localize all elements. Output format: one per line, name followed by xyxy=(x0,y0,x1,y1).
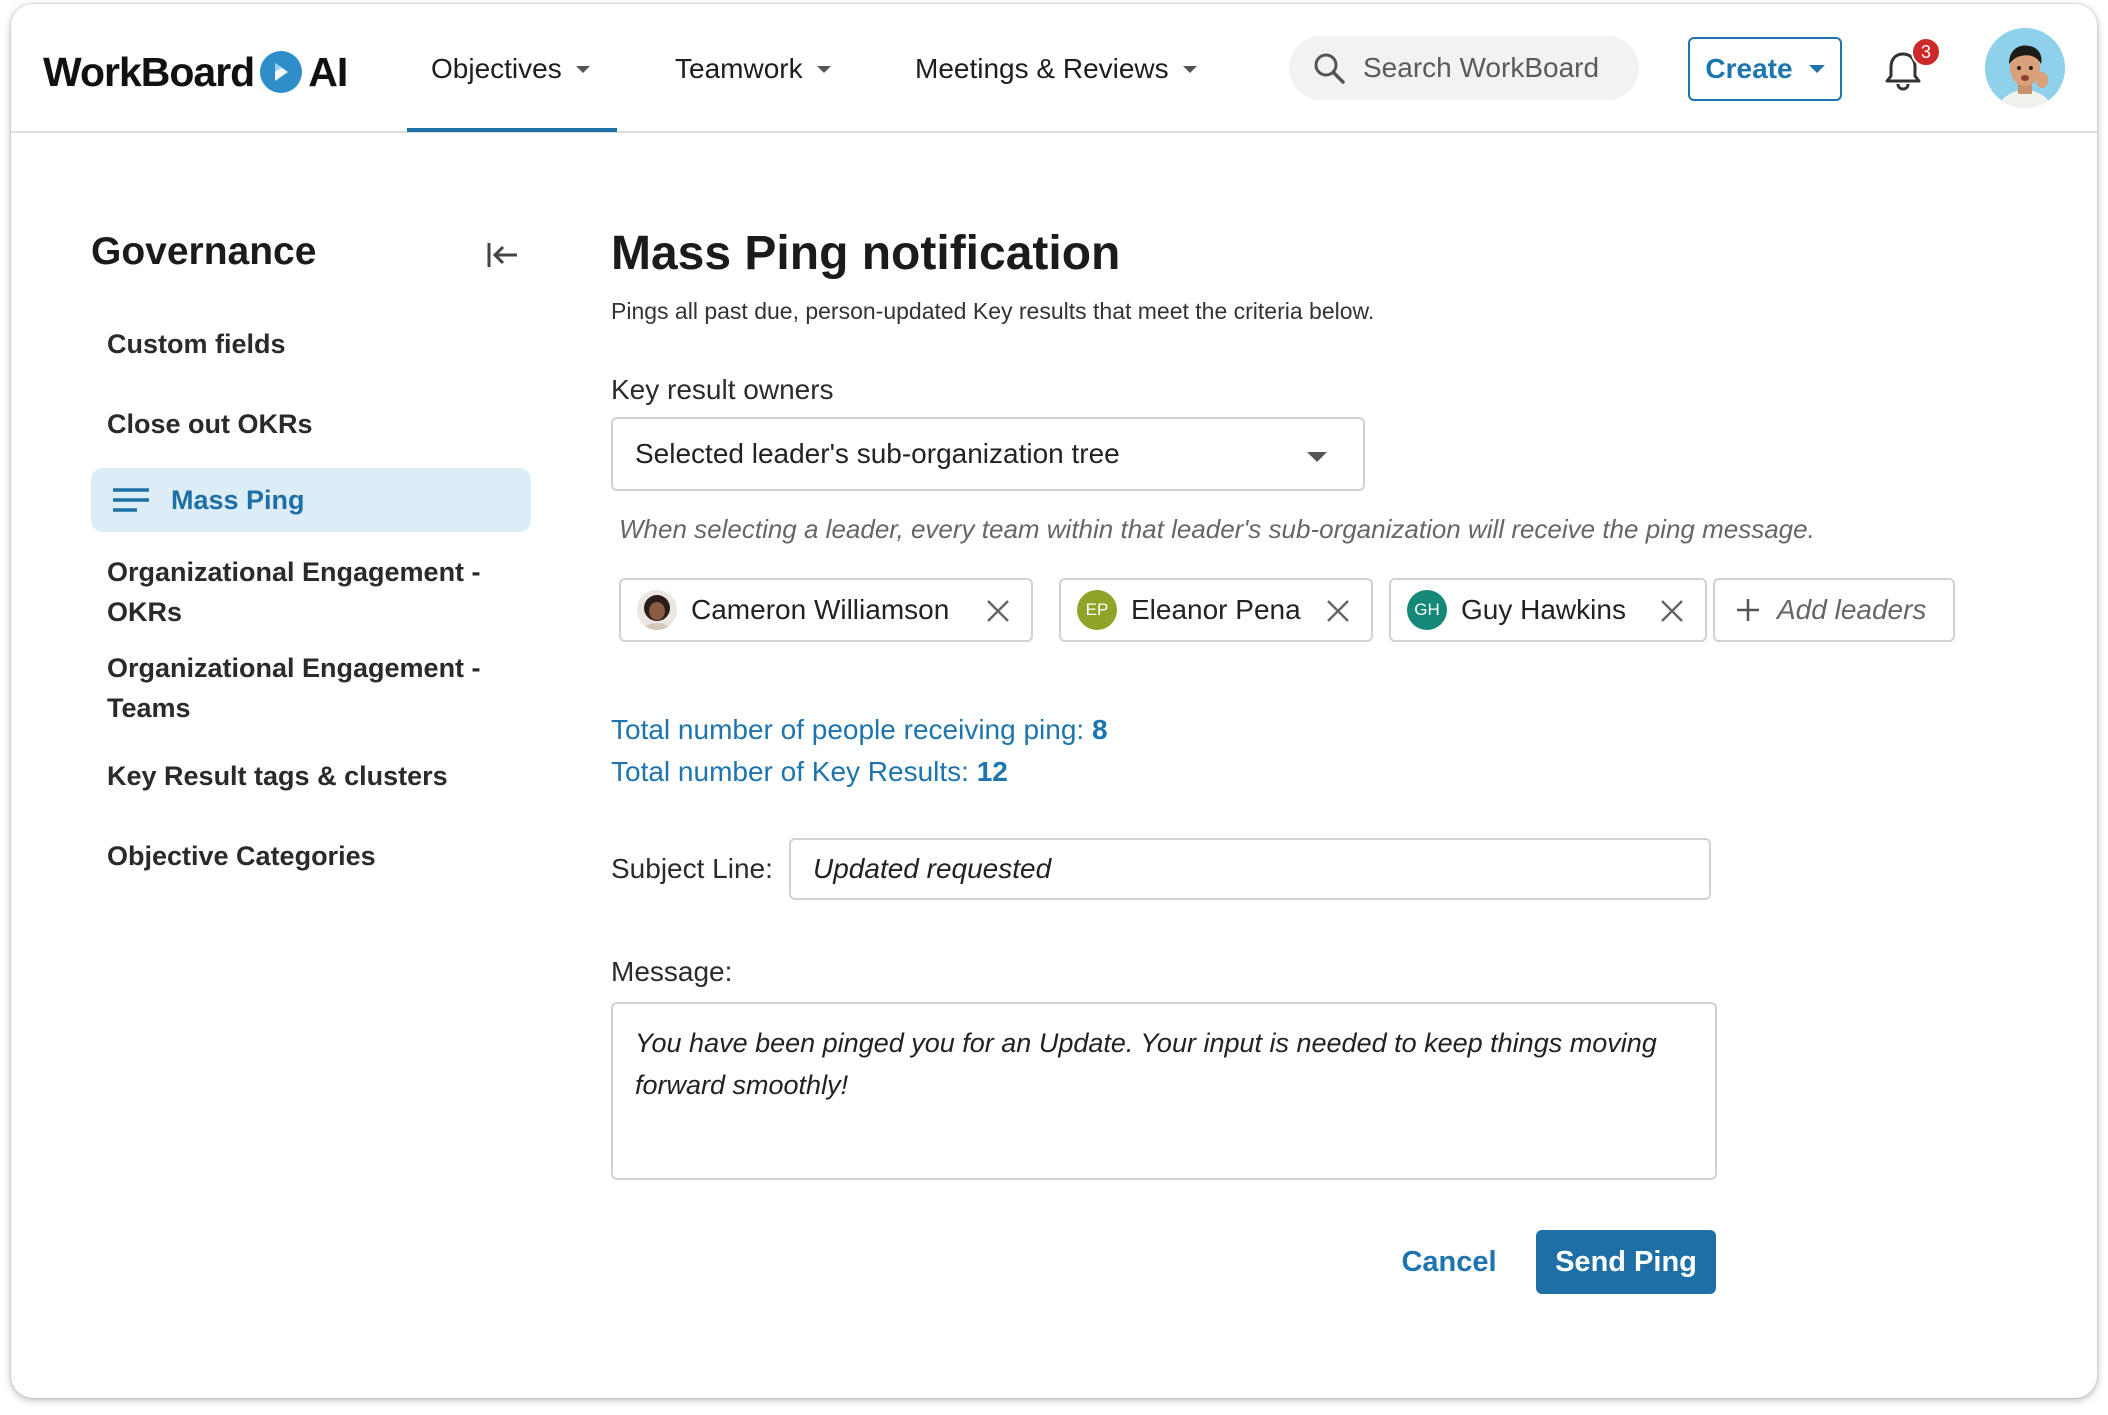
sidebar-item-label: Mass Ping xyxy=(171,484,305,515)
sidebar-item-org-engagement-okrs[interactable]: Organizational Engagement - OKRs xyxy=(107,552,507,632)
logo-ai-text: AI xyxy=(308,48,348,95)
top-navigation: WorkBoard AI Objectives Teamwork Meeting… xyxy=(11,4,2097,133)
kr-count-label: Total number of Key Results: xyxy=(611,756,969,787)
sidebar-item-mass-ping[interactable]: Mass Ping xyxy=(91,468,531,532)
chevron-down-icon xyxy=(816,65,831,73)
create-button[interactable]: Create xyxy=(1688,37,1842,101)
nav-teamwork[interactable]: Teamwork xyxy=(675,44,831,94)
nav-meetings-reviews[interactable]: Meetings & Reviews xyxy=(915,44,1197,94)
add-leaders-button[interactable]: Add leaders xyxy=(1713,578,1955,642)
avatar xyxy=(637,590,677,630)
nav-meetings-label: Meetings & Reviews xyxy=(915,53,1169,84)
app-window: WorkBoard AI Objectives Teamwork Meeting… xyxy=(11,4,2097,1398)
add-leaders-label: Add leaders xyxy=(1777,594,1927,625)
kr-count-stat: Total number of Key Results: 12 xyxy=(611,756,1008,788)
user-avatar[interactable] xyxy=(1985,28,2065,108)
sidebar-title: Governance xyxy=(91,230,317,273)
page-description: Pings all past due, person-updated Key r… xyxy=(611,298,1375,324)
owners-label: Key result owners xyxy=(611,374,834,405)
sidebar-item-org-engagement-teams[interactable]: Organizational Engagement - Teams xyxy=(107,648,507,728)
chevron-down-icon xyxy=(1182,65,1197,73)
people-count-label: Total number of people receiving ping: xyxy=(611,714,1085,745)
leader-chip: EP Eleanor Pena xyxy=(1059,578,1373,642)
leader-chip: Cameron Williamson xyxy=(619,578,1033,642)
avatar: GH xyxy=(1407,590,1447,630)
avatar-portrait-icon xyxy=(637,590,677,630)
message-value: You have been pinged you for an Update. … xyxy=(635,1028,1657,1100)
close-icon[interactable] xyxy=(985,598,1011,624)
page-title: Mass Ping notification xyxy=(611,227,1121,280)
search-input[interactable]: Search WorkBoard xyxy=(1289,36,1639,100)
kr-count-value: 12 xyxy=(976,756,1008,787)
message-label: Message: xyxy=(611,956,733,987)
subject-label: Subject Line: xyxy=(611,853,773,884)
logo-text: WorkBoard xyxy=(43,48,255,95)
owners-select[interactable]: Selected leader's sub-organization tree xyxy=(611,417,1365,491)
sidebar-item-close-out-okrs[interactable]: Close out OKRs xyxy=(107,404,313,444)
nav-objectives-label: Objectives xyxy=(431,53,562,84)
nav-objectives[interactable]: Objectives xyxy=(431,44,590,94)
sidebar-item-key-result-tags[interactable]: Key Result tags & clusters xyxy=(107,756,448,796)
nav-teamwork-label: Teamwork xyxy=(675,53,803,84)
avatar-portrait-icon xyxy=(1985,28,2065,108)
create-label: Create xyxy=(1705,53,1793,84)
people-count-value: 8 xyxy=(1091,714,1108,745)
people-count-stat: Total number of people receiving ping: 8 xyxy=(611,714,1108,746)
close-icon[interactable] xyxy=(1659,598,1685,624)
sidebar-item-objective-categories[interactable]: Objective Categories xyxy=(107,836,376,876)
chevron-down-icon xyxy=(1307,452,1327,462)
plus-icon xyxy=(1737,599,1759,621)
owners-hint: When selecting a leader, every team with… xyxy=(619,514,1815,544)
leader-chip: GH Guy Hawkins xyxy=(1389,578,1707,642)
chevron-down-icon xyxy=(1808,65,1825,73)
search-icon xyxy=(1314,53,1345,84)
subject-value: Updated requested xyxy=(813,853,1052,884)
send-ping-button[interactable]: Send Ping xyxy=(1536,1230,1716,1294)
owners-select-value: Selected leader's sub-organization tree xyxy=(635,438,1120,469)
notification-badge: 3 xyxy=(1911,37,1941,67)
active-nav-indicator xyxy=(407,128,617,132)
menu-icon xyxy=(113,488,149,512)
avatar: EP xyxy=(1077,590,1117,630)
collapse-sidebar-icon[interactable] xyxy=(483,237,523,273)
search-placeholder: Search WorkBoard xyxy=(1363,52,1600,83)
workboard-logo[interactable]: WorkBoard AI xyxy=(43,42,348,102)
chevron-down-icon xyxy=(575,65,590,73)
leader-name: Eleanor Pena xyxy=(1131,594,1301,625)
message-textarea[interactable]: You have been pinged you for an Update. … xyxy=(611,1002,1717,1180)
logo-mark-icon xyxy=(260,51,303,93)
subject-input[interactable]: Updated requested xyxy=(789,838,1711,900)
leader-name: Cameron Williamson xyxy=(691,594,950,625)
sidebar-item-custom-fields[interactable]: Custom fields xyxy=(107,324,286,364)
leader-name: Guy Hawkins xyxy=(1461,594,1626,625)
close-icon[interactable] xyxy=(1325,598,1351,624)
cancel-button[interactable]: Cancel xyxy=(1389,1230,1509,1294)
